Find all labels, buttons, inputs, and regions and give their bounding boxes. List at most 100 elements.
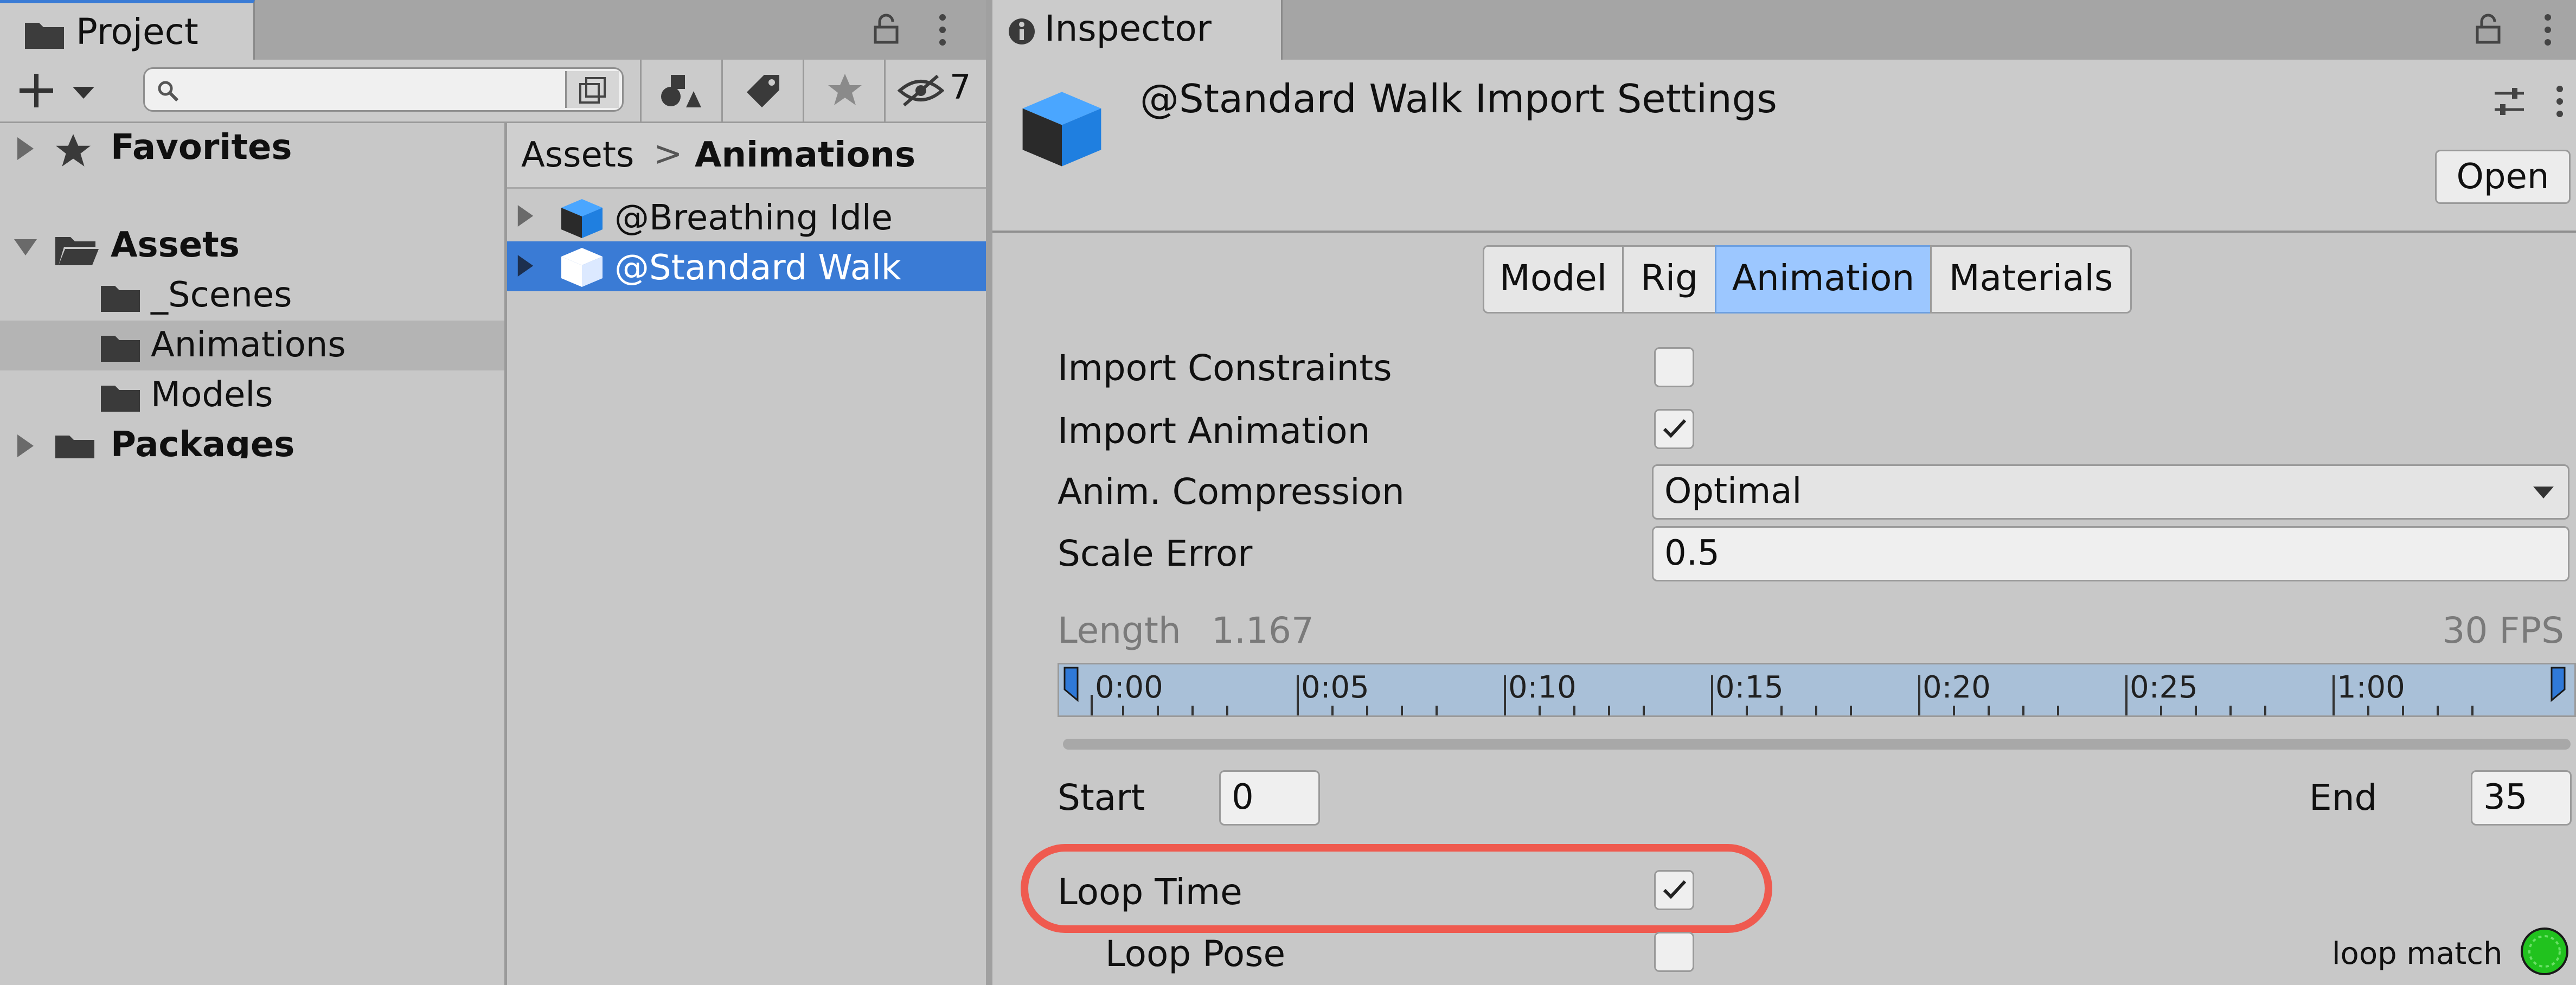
timeline-ruler[interactable]: 0:00 0:05 0:10 0:15 0:20 0:25 1:00 [1058, 663, 2576, 717]
inspector-tab-strip: Inspector [992, 0, 2576, 60]
breadcrumb-separator: > [653, 134, 683, 174]
tree-label: Models [151, 375, 273, 415]
start-marker-handle[interactable] [1062, 667, 1084, 710]
search-input[interactable] [143, 67, 624, 112]
folder-tree: Favorites Assets _Scenes Animations Mode… [0, 123, 507, 985]
end-marker-handle[interactable] [2545, 667, 2567, 710]
tab-materials[interactable]: Materials [1930, 245, 2132, 314]
loop-pose-checkbox[interactable] [1654, 932, 1694, 972]
tree-label: Packages [111, 425, 295, 458]
timeline-tick-label: 0:00 [1095, 670, 1163, 705]
filter-by-type-button[interactable] [640, 60, 723, 121]
project-tab-strip: Project [0, 0, 986, 60]
timeline-tick-label: 0:10 [1508, 670, 1577, 705]
timeline-tick-label: 0:15 [1715, 670, 1784, 705]
lock-icon[interactable] [2475, 12, 2501, 44]
loop-match-indicator-icon [2521, 928, 2568, 975]
project-toolbar: 7 [0, 60, 986, 123]
tab-project[interactable]: Project [0, 0, 255, 60]
model-prefab-icon [561, 199, 603, 238]
folder-icon [101, 336, 140, 362]
collapse-arrow-icon[interactable] [13, 237, 38, 258]
tree-item-animations[interactable]: Animations [0, 321, 504, 370]
tab-model[interactable]: Model [1483, 245, 1624, 314]
more-options-icon[interactable] [2542, 13, 2553, 47]
loop-time-highlight [1021, 844, 1772, 933]
folder-icon [25, 23, 64, 49]
model-asset-icon [1022, 92, 1101, 167]
import-constraints-label: Import Constraints [1058, 347, 1392, 389]
inspector-tab-label: Inspector [1045, 8, 1212, 49]
preset-settings-icon[interactable] [2492, 85, 2526, 118]
hidden-packages-toggle[interactable]: 7 [884, 60, 988, 121]
expand-arrow-icon[interactable] [516, 203, 535, 228]
scale-error-input[interactable]: 0.5 [1652, 526, 2569, 581]
expand-arrow-icon[interactable] [516, 253, 535, 278]
info-icon [1009, 18, 1035, 44]
tree-item-scenes[interactable]: _Scenes [0, 271, 504, 321]
file-item-breathing-idle[interactable]: @Breathing Idle [507, 191, 986, 241]
tree-item-favorites[interactable]: Favorites [0, 123, 504, 173]
fps-label: 30 FPS [2442, 610, 2564, 651]
expand-arrow-icon[interactable] [15, 136, 36, 161]
tab-inspector[interactable]: Inspector [992, 0, 1283, 60]
tree-label: Animations [151, 325, 346, 365]
anim-compression-dropdown[interactable]: Optimal [1652, 464, 2569, 520]
folder-open-icon [55, 237, 99, 265]
anim-compression-value: Optimal [1664, 471, 1802, 511]
timeline-tick-label: 0:25 [2130, 670, 2198, 705]
hidden-count: 7 [950, 67, 971, 107]
length-label: Length [1058, 610, 1181, 651]
tab-rig[interactable]: Rig [1622, 245, 1716, 314]
loop-match-label: loop match [2332, 936, 2503, 971]
search-mode-button[interactable] [565, 71, 619, 108]
loop-pose-label: Loop Pose [1105, 933, 1286, 975]
model-prefab-icon [561, 248, 603, 287]
length-value: 1.167 [1212, 610, 1314, 651]
project-tab-label: Project [76, 11, 198, 53]
add-dropdown-icon[interactable] [20, 74, 101, 107]
more-options-icon[interactable] [2554, 85, 2565, 118]
checkmark-icon [1663, 419, 1687, 438]
timeline-tick-label: 1:00 [2337, 670, 2405, 705]
inspector-panel: Inspector @Standard Walk Import Settings… [986, 0, 2576, 985]
breadcrumb-root[interactable]: Assets [521, 135, 634, 175]
tab-animation[interactable]: Animation [1715, 245, 1932, 314]
inspector-header: @Standard Walk Import Settings Open [992, 60, 2576, 233]
inspector-title: @Standard Walk Import Settings [1140, 76, 1777, 121]
timeline-tick-label: 0:05 [1301, 670, 1369, 705]
lock-icon[interactable] [873, 12, 899, 44]
project-panel: Project 7 Favorites Assets _Scenes Anima… [0, 0, 986, 985]
folder-icon [55, 436, 94, 458]
tree-label: Assets [111, 225, 240, 265]
star-icon [828, 74, 862, 105]
import-animation-checkbox[interactable] [1654, 409, 1694, 449]
filter-by-label-button[interactable] [721, 60, 804, 121]
expand-arrow-icon[interactable] [15, 433, 36, 458]
more-options-icon[interactable] [937, 13, 948, 47]
tree-item-packages[interactable]: Packages [0, 420, 504, 458]
tree-item-models[interactable]: Models [0, 370, 504, 420]
tag-icon [747, 75, 779, 107]
tree-label: _Scenes [151, 275, 292, 315]
import-animation-label: Import Animation [1058, 410, 1370, 452]
favorites-filter-button[interactable] [803, 60, 886, 121]
scale-error-label: Scale Error [1058, 533, 1253, 574]
tree-item-assets[interactable]: Assets [0, 221, 504, 271]
shapes-icon [661, 75, 701, 107]
open-button[interactable]: Open [2435, 150, 2571, 204]
file-item-standard-walk[interactable]: @Standard Walk [507, 241, 986, 291]
search-icon [158, 81, 179, 102]
timeline-scrollbar[interactable] [1063, 739, 2571, 750]
import-constraints-checkbox[interactable] [1654, 347, 1694, 387]
file-list: Assets > Animations @Breathing Idle @Sta… [507, 123, 986, 985]
folder-icon [101, 386, 140, 412]
file-label: @Standard Walk [614, 248, 901, 288]
end-input[interactable]: 35 [2471, 770, 2572, 826]
star-icon [56, 134, 91, 167]
start-input[interactable]: 0 [1219, 770, 1320, 826]
breadcrumb-current[interactable]: Animations [695, 135, 915, 175]
breadcrumb: Assets > Animations [507, 123, 986, 189]
chevron-down-icon [2533, 487, 2554, 498]
anim-compression-label: Anim. Compression [1058, 471, 1405, 513]
